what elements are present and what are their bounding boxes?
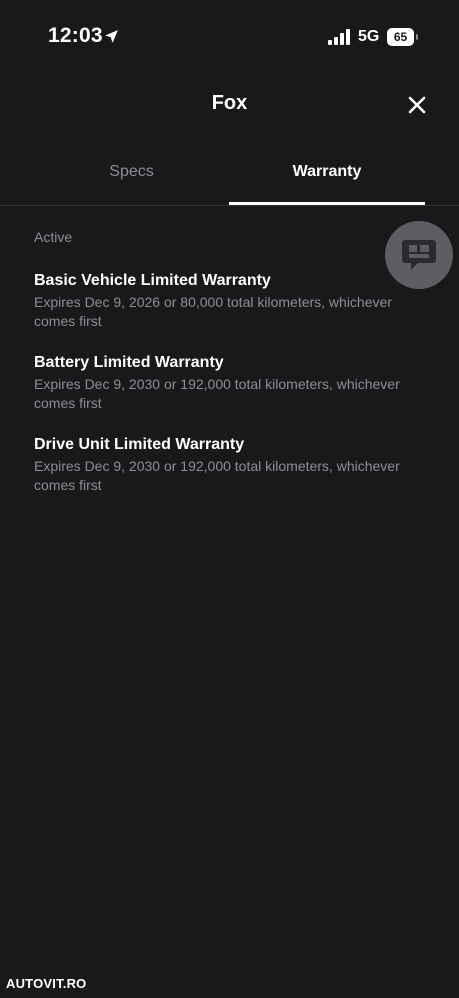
status-time: 12:03 (48, 24, 103, 47)
battery-cap (416, 34, 418, 40)
tab-bar: Specs Warranty (0, 150, 459, 206)
tab-warranty[interactable]: Warranty (229, 150, 425, 205)
network-type-label: 5G (358, 28, 380, 45)
section-label-active: Active (34, 229, 73, 245)
warranty-title: Battery Limited Warranty (34, 354, 224, 371)
status-bar: 12:03 5G 65 (0, 0, 459, 76)
active-tab-indicator (229, 202, 425, 205)
signal-bars-icon (328, 29, 350, 45)
page-title: Fox (211, 92, 248, 114)
warranty-title: Basic Vehicle Limited Warranty (34, 272, 271, 289)
watermark-text: AUTOVIT.RO (6, 976, 87, 991)
chat-bubble-icon (402, 240, 436, 270)
close-icon (408, 96, 426, 114)
battery-icon: 65 (387, 28, 419, 46)
warranty-item: Drive Unit Limited Warranty Expires Dec … (34, 435, 429, 495)
warranty-title: Drive Unit Limited Warranty (34, 436, 245, 453)
location-arrow-icon (105, 30, 118, 43)
warranty-item: Basic Vehicle Limited Warranty Expires D… (34, 271, 429, 331)
chat-button[interactable] (385, 221, 453, 289)
warranty-item: Battery Limited Warranty Expires Dec 9, … (34, 353, 429, 413)
tab-specs[interactable]: Specs (34, 150, 229, 205)
warranty-description: Expires Dec 9, 2026 or 80,000 total kilo… (34, 294, 392, 329)
warranty-description: Expires Dec 9, 2030 or 192,000 total kil… (34, 458, 400, 493)
close-button[interactable] (402, 90, 432, 120)
warranty-description: Expires Dec 9, 2030 or 192,000 total kil… (34, 376, 400, 411)
battery-level: 65 (387, 28, 414, 46)
